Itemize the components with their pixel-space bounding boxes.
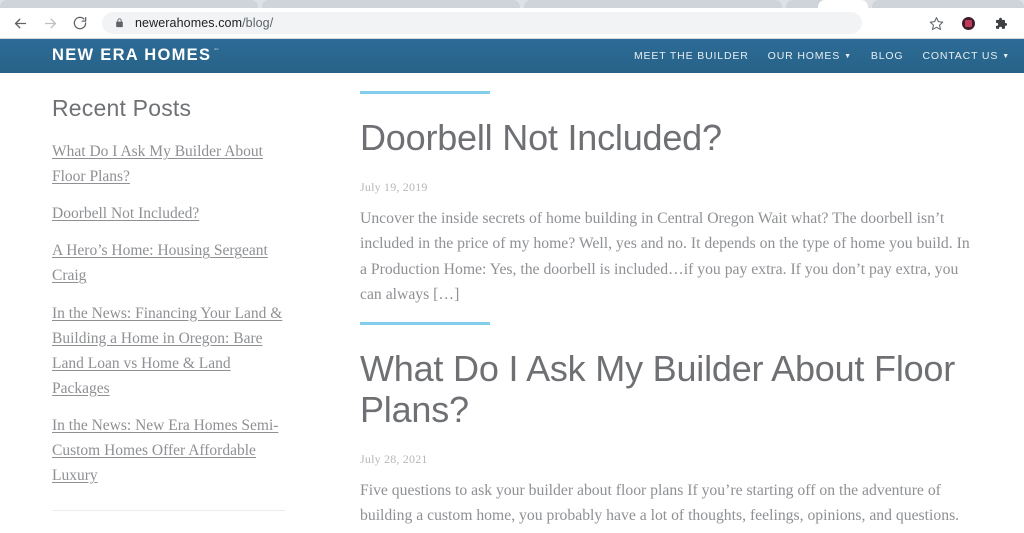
nav-label: BLOG: [871, 50, 904, 62]
browser-tab[interactable]: [872, 0, 1024, 8]
nav-item-contact-us[interactable]: CONTACT US ▼: [922, 50, 1010, 62]
browser-tab-active[interactable]: [818, 0, 868, 8]
recent-posts-list: What Do I Ask My Builder About Floor Pla…: [52, 139, 285, 488]
browser-tab[interactable]: [262, 0, 520, 8]
lock-icon: [114, 17, 125, 29]
sidebar-link-recent-post[interactable]: In the News: New Era Homes Semi-Custom H…: [52, 417, 278, 484]
sidebar-divider: [52, 510, 285, 511]
sidebar: Recent Posts What Do I Ask My Builder Ab…: [0, 73, 330, 533]
browser-chrome: newerahomes.com/blog/: [0, 0, 1024, 39]
site-logo[interactable]: NEW ERA HOMES ▫▫: [52, 46, 219, 65]
toolbar-actions: [922, 9, 1014, 37]
recent-posts-title: Recent Posts: [52, 95, 285, 122]
post-date: July 28, 2021: [360, 452, 976, 467]
nav-label: CONTACT US: [922, 50, 998, 62]
site-nav: MEET THE BUILDER OUR HOMES ▼ BLOG CONTAC…: [634, 50, 1014, 62]
browser-tab[interactable]: [524, 0, 782, 8]
post-title-link[interactable]: Doorbell Not Included?: [360, 117, 976, 158]
site-logo-text: NEW ERA HOMES: [52, 46, 211, 65]
sidebar-link-recent-post[interactable]: A Hero’s Home: Housing Sergeant Craig: [52, 242, 268, 284]
post-accent-rule: [360, 91, 490, 94]
chevron-down-icon: ▼: [1002, 53, 1010, 60]
list-item: In the News: Financing Your Land & Build…: [52, 301, 285, 401]
post-title-link[interactable]: What Do I Ask My Builder About Floor Pla…: [360, 348, 976, 430]
list-item: In the News: New Era Homes Semi-Custom H…: [52, 413, 285, 488]
browser-tab[interactable]: [0, 0, 258, 8]
nav-item-our-homes[interactable]: OUR HOMES ▼: [768, 50, 852, 62]
url-text: newerahomes.com/blog/: [135, 16, 273, 30]
reload-button[interactable]: [66, 9, 94, 37]
post-excerpt: Uncover the inside secrets of home build…: [360, 206, 976, 308]
post-excerpt: Five questions to ask your builder about…: [360, 478, 976, 533]
logo-mark-icon: ▫▫: [214, 47, 218, 53]
browser-toolbar: newerahomes.com/blog/: [0, 8, 1024, 38]
post-accent-rule: [360, 322, 490, 325]
forward-button[interactable]: [36, 9, 64, 37]
nav-label: OUR HOMES: [768, 50, 840, 62]
post-date: July 19, 2019: [360, 180, 976, 195]
extensions-puzzle-icon[interactable]: [986, 9, 1014, 37]
url-path: /blog/: [242, 16, 273, 30]
sidebar-link-recent-post[interactable]: What Do I Ask My Builder About Floor Pla…: [52, 143, 263, 185]
back-button[interactable]: [6, 9, 34, 37]
list-item: Doorbell Not Included?: [52, 201, 285, 226]
sidebar-link-recent-post[interactable]: Doorbell Not Included?: [52, 205, 199, 222]
nav-item-blog[interactable]: BLOG: [871, 50, 904, 62]
post-item: What Do I Ask My Builder About Floor Pla…: [360, 322, 976, 533]
url-domain: newerahomes.com: [135, 16, 242, 30]
sidebar-link-recent-post[interactable]: In the News: Financing Your Land & Build…: [52, 305, 282, 397]
list-item: A Hero’s Home: Housing Sergeant Craig: [52, 238, 285, 288]
nav-label: MEET THE BUILDER: [634, 50, 749, 62]
post-item: Doorbell Not Included? July 19, 2019 Unc…: [360, 91, 976, 308]
navigation-buttons: [6, 9, 94, 37]
page-body: Recent Posts What Do I Ask My Builder Ab…: [0, 73, 1024, 533]
profile-avatar-icon[interactable]: [954, 9, 982, 37]
list-item: What Do I Ask My Builder About Floor Pla…: [52, 139, 285, 189]
site-header: NEW ERA HOMES ▫▫ MEET THE BUILDER OUR HO…: [0, 39, 1024, 73]
chevron-down-icon: ▼: [844, 53, 852, 60]
post-list: Doorbell Not Included? July 19, 2019 Unc…: [330, 73, 1024, 533]
nav-item-meet-the-builder[interactable]: MEET THE BUILDER: [634, 50, 749, 62]
tab-strip[interactable]: [0, 0, 1024, 8]
address-bar[interactable]: newerahomes.com/blog/: [102, 12, 862, 34]
bookmark-star-icon[interactable]: [922, 9, 950, 37]
